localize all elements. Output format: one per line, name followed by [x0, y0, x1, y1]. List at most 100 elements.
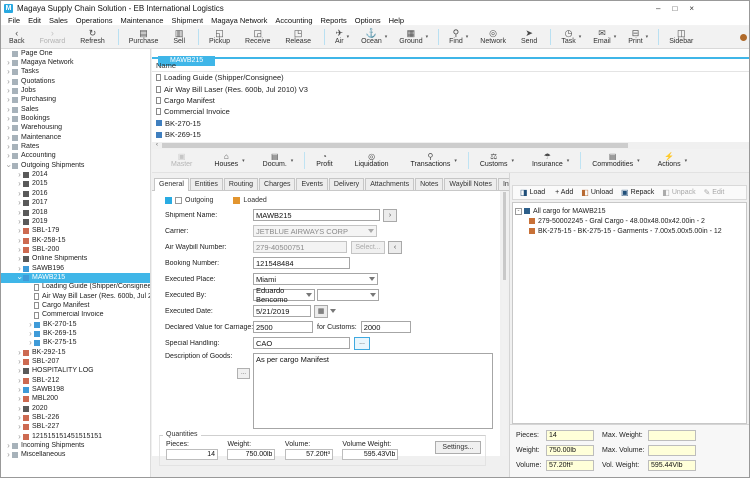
- sidebar-tree-item[interactable]: MBL200: [1, 395, 150, 404]
- air-waybill-select-button[interactable]: Select...: [351, 241, 385, 254]
- ribbon-button[interactable]: [304, 152, 305, 169]
- settings-button[interactable]: Settings...: [435, 441, 481, 454]
- air-waybill-tool-button[interactable]: ‹: [388, 241, 402, 254]
- sidebar-tree-item[interactable]: 2018: [1, 208, 150, 217]
- sidebar-button[interactable]: ◫ Sidebar: [663, 26, 702, 48]
- description-ellipsis-button[interactable]: ...: [237, 368, 250, 379]
- sidebar-tree-item[interactable]: Commercial Invoice: [1, 311, 150, 320]
- cargo-load-button[interactable]: ◨ Load: [516, 188, 549, 197]
- menu-item[interactable]: Accounting: [271, 16, 316, 25]
- cargo-tree-item[interactable]: BK-275-15 - BK-275-15 - Garments - 7.00x…: [515, 226, 744, 236]
- menu-item[interactable]: File: [4, 16, 24, 25]
- tree-collapse-icon[interactable]: -: [515, 208, 522, 215]
- calendar-icon[interactable]: ▦: [314, 305, 328, 318]
- declared-carriage-input[interactable]: [253, 321, 313, 333]
- find-button[interactable]: ⚲ Find ▾: [443, 26, 474, 48]
- tree-expander-icon[interactable]: [16, 423, 23, 431]
- sidebar-tree-item[interactable]: BK-269-15: [1, 329, 150, 338]
- forward-button[interactable]: › Forward: [34, 26, 75, 48]
- form-tab[interactable]: Routing: [224, 178, 258, 190]
- totals-value-input[interactable]: [546, 445, 594, 456]
- sidebar-tree-item[interactable]: Quotations: [1, 77, 150, 86]
- sidebar-tree-item[interactable]: Rates: [1, 142, 150, 151]
- tree-expander-icon[interactable]: [16, 367, 23, 375]
- sidebar-tree-item[interactable]: Purchasing: [1, 96, 150, 105]
- receive-button[interactable]: ◲ Receive: [239, 26, 279, 48]
- sidebar-tree-item[interactable]: 121515151451515151: [1, 432, 150, 441]
- menu-item[interactable]: Options: [351, 16, 385, 25]
- sell-button[interactable]: ▥ Sell: [167, 26, 194, 48]
- totals-value-input[interactable]: [648, 430, 696, 441]
- sidebar-tree-item[interactable]: SBL-200: [1, 245, 150, 254]
- tree-expander-icon[interactable]: [16, 171, 23, 179]
- sidebar-tree-item[interactable]: 2020: [1, 404, 150, 413]
- shipment-name-expand-button[interactable]: ›: [383, 209, 397, 222]
- sidebar-tree-item[interactable]: Bookings: [1, 114, 150, 123]
- cargo-unload-button[interactable]: ◧ Unload: [577, 188, 617, 197]
- ribbon-houses[interactable]: ⌂ Houses ▾: [205, 152, 253, 169]
- tree-expander-icon[interactable]: [16, 433, 23, 441]
- cargo-unpack-button[interactable]: ◧ Unpack: [658, 188, 699, 197]
- sidebar-tree-item[interactable]: SAWB198: [1, 385, 150, 394]
- tree-expander-icon[interactable]: [5, 442, 12, 450]
- tree-expander-icon[interactable]: [16, 414, 23, 422]
- totals-value-input[interactable]: [546, 460, 594, 471]
- minimize-icon[interactable]: –: [656, 4, 660, 13]
- close-icon[interactable]: ×: [689, 4, 694, 13]
- sidebar-tree-item[interactable]: BK-292-15: [1, 348, 150, 357]
- menu-item[interactable]: Sales: [45, 16, 72, 25]
- document-list-item[interactable]: Cargo Manifest: [152, 95, 749, 106]
- toolbar-button[interactable]: [438, 29, 439, 45]
- form-tab[interactable]: Attachments: [365, 178, 414, 190]
- sidebar-tree-item[interactable]: 2019: [1, 217, 150, 226]
- form-tab[interactable]: Notes: [415, 178, 443, 190]
- tree-expander-icon[interactable]: [16, 190, 23, 198]
- tree-expander-icon[interactable]: [5, 134, 12, 142]
- form-tab[interactable]: Waybill Notes: [444, 178, 497, 190]
- totals-value-input[interactable]: [546, 430, 594, 441]
- tree-expander-icon[interactable]: [16, 377, 23, 385]
- tree-expander-icon[interactable]: [5, 96, 12, 104]
- menu-item[interactable]: Operations: [72, 16, 117, 25]
- sidebar-tree-item[interactable]: 2017: [1, 199, 150, 208]
- sidebar-tree-item[interactable]: 2016: [1, 189, 150, 198]
- executed-by-secondary-select[interactable]: [317, 289, 379, 301]
- shipment-name-input[interactable]: [253, 209, 380, 221]
- tree-expander-icon[interactable]: [5, 115, 12, 123]
- volume-weight-input[interactable]: [342, 449, 398, 460]
- declared-customs-input[interactable]: [361, 321, 411, 333]
- ribbon-button[interactable]: [580, 152, 581, 169]
- scrollbar-thumb[interactable]: [162, 143, 628, 148]
- sidebar-tree-item[interactable]: 2015: [1, 180, 150, 189]
- ribbon-liquidation[interactable]: ◎ Liquidation: [346, 152, 402, 169]
- cargo-repack-button[interactable]: ▣ Repack: [617, 188, 658, 197]
- sidebar-tree-item[interactable]: Tasks: [1, 68, 150, 77]
- description-textarea[interactable]: As per cargo Manifest: [253, 353, 493, 429]
- tree-expander-icon[interactable]: [16, 405, 23, 413]
- sidebar-tree-item[interactable]: Air Way Bill Laser (Res. 600b, Jul 2010)…: [1, 292, 150, 301]
- release-button[interactable]: ◳ Release: [279, 26, 320, 48]
- document-list-item[interactable]: Loading Guide (Shipper/Consignee): [152, 72, 749, 83]
- cargo-tree-item[interactable]: 279-50002245 - Gral Cargo - 48.00x48.00x…: [515, 216, 744, 226]
- document-list-item[interactable]: BK-270-15: [152, 118, 749, 129]
- cargo-edit-button[interactable]: ✎ Edit: [700, 188, 729, 197]
- executed-by-select[interactable]: Eduardo Bencomo: [253, 289, 315, 301]
- form-tab[interactable]: Entities: [190, 178, 223, 190]
- document-list-item[interactable]: BK-269-15: [152, 129, 749, 140]
- menu-item[interactable]: Help: [385, 16, 408, 25]
- tree-expander-icon[interactable]: [27, 321, 34, 329]
- air-button[interactable]: ✈ Air ▾: [329, 26, 355, 48]
- toolbar-button[interactable]: [658, 29, 659, 45]
- vertical-scrollbar[interactable]: [502, 191, 507, 456]
- toolbar-button[interactable]: [198, 29, 199, 45]
- ribbon-profit[interactable]: ◔ Profit: [307, 152, 345, 169]
- ground-button[interactable]: ▦ Ground ▾: [393, 26, 434, 48]
- tree-expander-icon[interactable]: [5, 68, 12, 76]
- ribbon-insurance[interactable]: ☂ Insurance ▾: [523, 152, 578, 169]
- email-button[interactable]: ✉ Email ▾: [587, 26, 622, 48]
- executed-date-input[interactable]: [253, 305, 311, 317]
- form-tab[interactable]: General: [154, 178, 189, 191]
- tree-expander-icon[interactable]: [5, 124, 12, 132]
- sidebar-tree-item[interactable]: Loading Guide (Shipper/Consignee): [1, 283, 150, 292]
- volume-input[interactable]: [285, 449, 333, 460]
